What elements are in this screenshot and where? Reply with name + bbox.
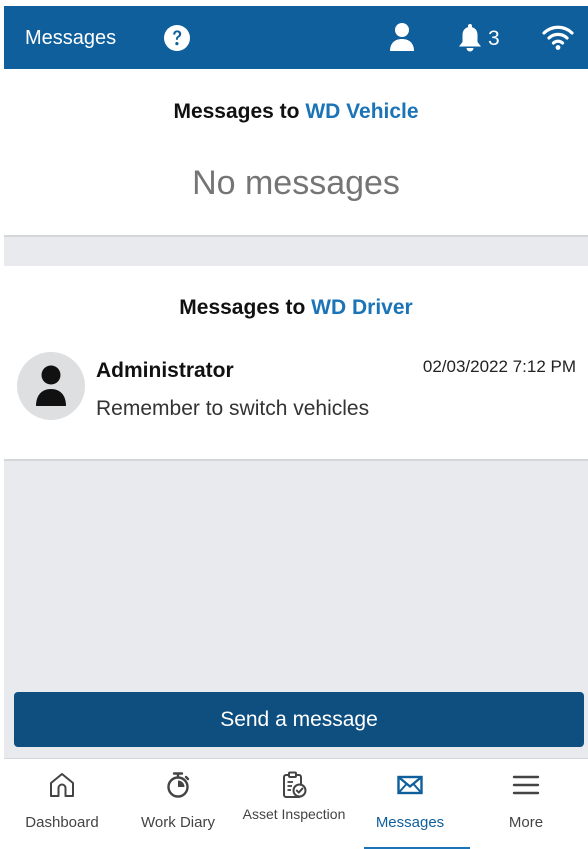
home-icon — [50, 773, 74, 797]
empty-state-text: No messages — [192, 164, 400, 202]
notification-count: 3 — [488, 27, 500, 50]
clipboard-check-icon — [283, 771, 307, 798]
nav-label: Work Diary — [141, 814, 215, 831]
nav-item-dashboard[interactable]: Dashboard — [4, 759, 120, 849]
envelope-icon — [397, 775, 423, 795]
avatar — [17, 352, 85, 420]
nav-label: More — [508, 814, 544, 831]
nav-label: Asset Inspection — [242, 806, 346, 822]
bottom-nav: Dashboard Work Diary Asset Inspection Me… — [4, 758, 588, 849]
stopwatch-icon — [167, 772, 190, 798]
message-sender: Administrator — [96, 359, 234, 382]
user-icon[interactable] — [388, 22, 416, 52]
vehicle-section-title: Messages to WD Vehicle — [4, 100, 588, 124]
vehicle-messages-card: Messages to WD Vehicle No messages — [4, 69, 588, 237]
nav-item-messages[interactable]: Messages — [352, 759, 468, 849]
person-icon — [36, 365, 66, 406]
help-icon[interactable] — [163, 24, 191, 52]
nav-item-asset-inspection[interactable]: Asset Inspection — [236, 759, 352, 849]
bell-icon[interactable] — [456, 23, 484, 53]
menu-icon — [512, 775, 540, 795]
vehicle-name: WD Vehicle — [305, 100, 419, 123]
app-window: Messages 3 Messages to WD Vehicle No mes… — [4, 6, 588, 849]
driver-name: WD Driver — [311, 296, 413, 319]
title-prefix: Messages to — [173, 100, 306, 123]
driver-messages-card: Messages to WD Driver Administrator 02/0… — [4, 266, 588, 461]
nav-label: Messages — [375, 814, 445, 831]
driver-section-title: Messages to WD Driver — [4, 296, 588, 320]
title-prefix: Messages to — [179, 296, 312, 319]
wifi-icon — [542, 25, 574, 50]
nav-item-more[interactable]: More — [468, 759, 584, 849]
message-text: Remember to switch vehicles — [96, 397, 370, 420]
send-message-button[interactable]: Send a message — [14, 692, 584, 747]
top-bar: Messages 3 — [4, 6, 588, 69]
nav-label: Dashboard — [25, 814, 99, 831]
nav-item-work-diary[interactable]: Work Diary — [120, 759, 236, 849]
page-title: Messages — [25, 27, 117, 49]
message-timestamp: 02/03/2022 7:12 PM — [422, 357, 576, 376]
